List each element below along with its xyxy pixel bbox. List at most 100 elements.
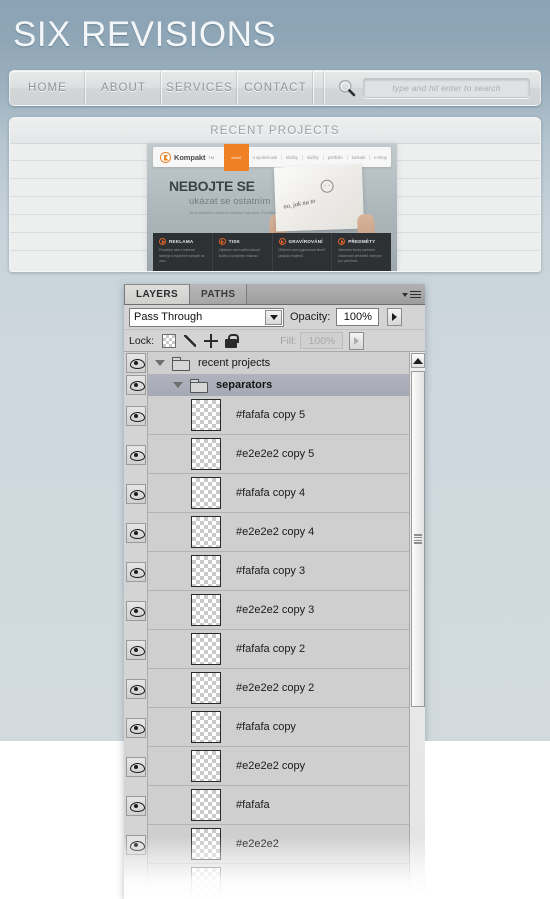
layer-visibility-toggle[interactable]: [126, 444, 146, 465]
opacity-stepper[interactable]: [387, 308, 403, 326]
kompakt-logo-icon: [160, 151, 171, 163]
layer-thumbnail[interactable]: [191, 594, 221, 626]
nav-item-contact[interactable]: CONTACT: [238, 71, 314, 105]
feature-title: GRAVÍROVÁNÍ: [288, 239, 323, 244]
layer-row[interactable]: #e2e2e2 copy 3: [148, 591, 409, 630]
search-icon[interactable]: [337, 78, 357, 98]
nav-item-home[interactable]: HOME: [10, 71, 86, 105]
layer-thumbnail[interactable]: [191, 711, 221, 743]
thumbnail-feature-bar: REKLAMA Poradíme vám s reklamní strategi…: [153, 233, 391, 271]
paper-script-text: no, jak na to: [282, 197, 317, 211]
thumbnail-nav-link: e-shop: [374, 154, 387, 160]
tab-paths[interactable]: PATHS: [190, 284, 248, 304]
disclosure-triangle-icon[interactable]: [173, 382, 183, 388]
layer-name: #e2e2e2 copy 5: [236, 448, 315, 460]
eye-icon: [129, 762, 145, 773]
visibility-column: [124, 352, 148, 899]
layer-visibility-toggle[interactable]: [126, 375, 146, 395]
layer-row[interactable]: #e2e2e2 copy: [148, 747, 409, 786]
hamburger-icon: [410, 290, 421, 299]
thumbnail-nav-active-label: domů: [231, 154, 242, 160]
lock-position-icon[interactable]: [204, 333, 219, 348]
chevron-down-icon: [402, 292, 408, 297]
feature-heading: REKLAMA: [159, 238, 207, 245]
fill-field[interactable]: 100%: [300, 332, 344, 349]
recent-projects-title: RECENT PROJECTS: [10, 118, 540, 144]
project-thumbnail[interactable]: Kompakt TM domů o společnosti služby slu…: [147, 144, 397, 271]
layer-name: #fafafa copy 5: [236, 409, 306, 421]
tab-layers[interactable]: LAYERS: [124, 284, 191, 304]
disclosure-triangle-icon[interactable]: [155, 360, 165, 366]
lock-image-pixels-icon[interactable]: [183, 334, 197, 348]
scroll-down-arrow-icon[interactable]: [411, 883, 425, 898]
opacity-field[interactable]: 100%: [336, 308, 380, 326]
eye-icon: [129, 489, 145, 500]
folder-icon: [172, 357, 190, 371]
layer-row[interactable]: #e2e2e2: [148, 825, 409, 864]
lock-all-icon[interactable]: [225, 333, 239, 348]
layer-visibility-toggle[interactable]: [126, 561, 146, 582]
eye-icon: [129, 684, 145, 695]
layer-row[interactable]: #fafafa: [148, 786, 409, 825]
layer-thumbnail[interactable]: [191, 828, 221, 860]
layer-visibility-toggle[interactable]: [126, 717, 146, 738]
layer-row[interactable]: #fafafa copy 4: [148, 474, 409, 513]
search-input[interactable]: [363, 78, 530, 98]
fill-stepper[interactable]: [349, 331, 365, 350]
layer-row[interactable]: #fafafa copy 3: [148, 552, 409, 591]
layer-visibility-toggle[interactable]: [126, 600, 146, 621]
layer-visibility-toggle[interactable]: [126, 483, 146, 504]
layer-thumbnail[interactable]: [191, 399, 221, 431]
layer-list-scrollbar[interactable]: [409, 352, 425, 899]
nav-item-about[interactable]: ABOUT: [86, 71, 162, 105]
layer-visibility-toggle[interactable]: [126, 795, 146, 816]
thumbnail-nav-link: služby: [282, 154, 303, 160]
thumbnail-nav-link: portfolio: [324, 154, 348, 160]
layer-name: #fafafa: [236, 799, 270, 811]
scrollbar-thumb[interactable]: [411, 371, 425, 707]
feature-body: Poradíme vám s reklamní strategií a vytv…: [159, 248, 205, 264]
layer-thumbnail[interactable]: [191, 867, 221, 899]
layer-row[interactable]: #fafafa copy 2: [148, 630, 409, 669]
layer-thumbnail[interactable]: [191, 750, 221, 782]
layer-thumbnail[interactable]: [191, 789, 221, 821]
layer-visibility-toggle[interactable]: [126, 639, 146, 660]
thumbnail-nav-link: služby: [303, 154, 324, 160]
layer-row[interactable]: #fafafa copy 5: [148, 396, 409, 435]
lock-row: Lock: Fill: 100%: [124, 330, 425, 352]
scroll-up-arrow-icon[interactable]: [411, 353, 425, 368]
nav-spacer: [314, 71, 325, 105]
layer-thumbnail[interactable]: [191, 477, 221, 509]
layer-visibility-toggle[interactable]: [126, 678, 146, 699]
layer-row[interactable]: #e2e2e2 copy 2: [148, 669, 409, 708]
layer-visibility-toggle[interactable]: [126, 522, 146, 543]
nav-item-services[interactable]: SERVICES: [162, 71, 238, 105]
layer-thumbnail[interactable]: [191, 672, 221, 704]
blend-mode-select[interactable]: Pass Through: [129, 307, 284, 327]
layer-name: #e2e2e2 copy 3: [236, 604, 315, 616]
layer-visibility-toggle[interactable]: [126, 405, 146, 426]
layer-row[interactable]: #e2e2e2 copy 5: [148, 435, 409, 474]
feature-body: Můžeme vám vygravírovat téměř jakýkoliv …: [278, 248, 325, 258]
layer-thumbnail[interactable]: [191, 516, 221, 548]
lock-transparent-pixels-icon[interactable]: [162, 333, 177, 348]
layer-visibility-toggle[interactable]: [126, 353, 146, 373]
layer-thumbnail[interactable]: [191, 555, 221, 587]
layer-group-row[interactable]: separators: [148, 374, 409, 396]
layer-visibility-toggle[interactable]: [126, 834, 146, 855]
layer-row[interactable]: #fafafa copy: [148, 708, 409, 747]
layer-group-row[interactable]: recent projects: [148, 352, 409, 374]
layer-visibility-toggle[interactable]: [126, 756, 146, 777]
smiley-face-icon: [320, 179, 334, 193]
layer-thumbnail[interactable]: [191, 633, 221, 665]
layer-row[interactable]: #e2e2e2 copy 4: [148, 513, 409, 552]
layer-row[interactable]: [148, 864, 409, 899]
feature-body: Nabízíme široký sortiment reklamních pře…: [338, 248, 383, 264]
chevron-down-icon[interactable]: [265, 309, 282, 325]
feature-heading: GRAVÍROVÁNÍ: [278, 238, 327, 245]
folder-icon: [190, 379, 208, 393]
panel-menu-icon[interactable]: [402, 288, 421, 301]
layer-thumbnail[interactable]: [191, 438, 221, 470]
layer-name: #e2e2e2: [236, 838, 279, 850]
scrollbar-grip-icon: [414, 534, 422, 544]
